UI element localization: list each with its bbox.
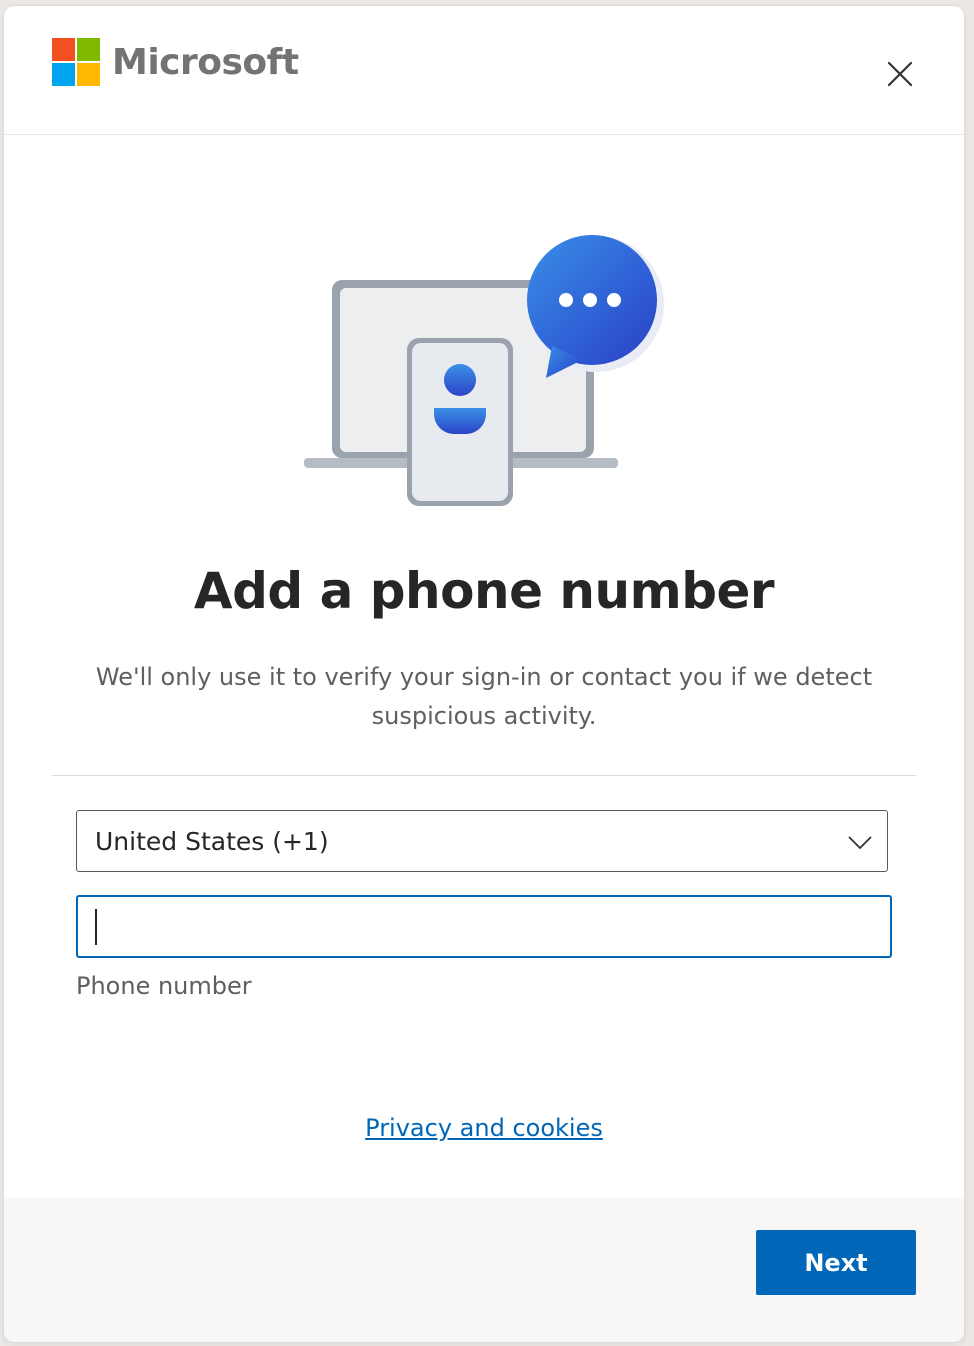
divider [52,775,916,776]
phone-number-label: Phone number [76,972,252,1000]
laptop-phone-chat-icon [304,235,664,506]
dialog-footer: Next [4,1198,964,1342]
page-subtitle: We'll only use it to verify your sign-in… [95,663,873,730]
privacy-link-container: Privacy and cookies [4,1114,964,1142]
close-button[interactable] [880,54,920,94]
chevron-down-icon [848,836,872,850]
country-code-value: United States (+1) [95,826,329,856]
text-caret [95,909,97,945]
privacy-cookies-link[interactable]: Privacy and cookies [365,1114,603,1142]
country-code-select[interactable]: United States (+1) [76,810,888,872]
dialog-header: Microsoft [4,6,964,135]
logo-square-yellow [77,63,100,86]
brand-name: Microsoft [112,41,299,83]
logo-square-blue [52,63,75,86]
next-button[interactable]: Next [756,1230,916,1295]
phone-number-field[interactable] [76,895,892,958]
add-phone-dialog: Microsoft Add a phone number We'll only … [4,6,964,1342]
phone-number-input[interactable] [92,911,876,942]
logo-square-green [77,38,100,61]
logo-square-red [52,38,75,61]
close-icon [887,61,913,87]
microsoft-logo: Microsoft [52,38,299,86]
microsoft-logo-icon [52,38,100,86]
page-title: Add a phone number [193,562,775,620]
